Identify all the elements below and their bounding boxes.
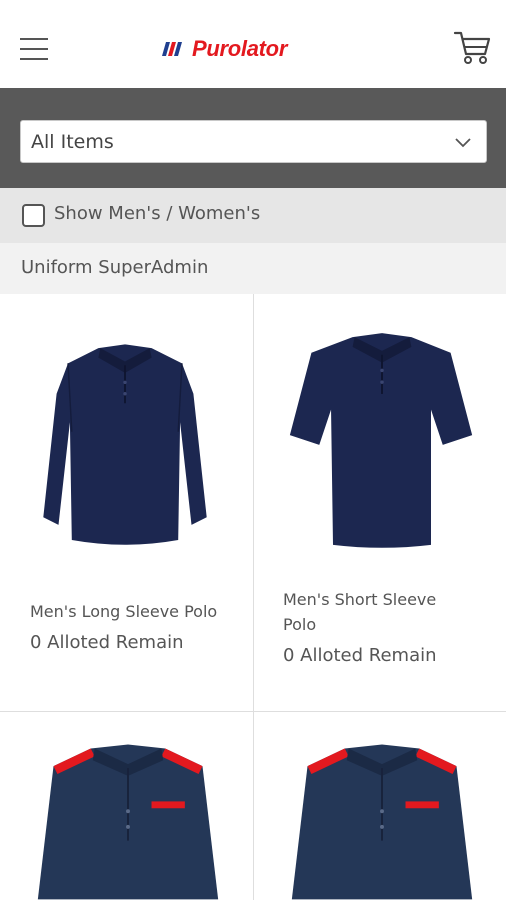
product-card[interactable]: Men's Short Sleeve Polo 0 Alloted Remain <box>254 295 506 711</box>
show-mens-womens-label[interactable]: Show Men's / Women's <box>54 203 260 224</box>
branded-polo-image <box>37 744 219 900</box>
product-card[interactable] <box>0 712 253 900</box>
product-remain: 0 Alloted Remain <box>283 645 437 666</box>
product-card[interactable]: Men's Long Sleeve Polo 0 Alloted Remain <box>0 295 253 711</box>
branded-polo-image <box>291 744 473 900</box>
shopping-cart-icon[interactable] <box>452 27 492 67</box>
product-name: Men's Long Sleeve Polo <box>30 602 218 621</box>
product-name: Men's Short Sleeve Polo <box>283 590 437 634</box>
hamburger-menu-icon[interactable] <box>20 38 48 62</box>
chevron-down-icon <box>455 138 471 148</box>
role-label: Uniform SuperAdmin <box>21 257 209 278</box>
brand-name: Purolator <box>192 36 288 61</box>
short-sleeve-polo-image <box>289 333 473 548</box>
product-card[interactable] <box>254 712 506 900</box>
app-header: Purolator <box>0 0 506 88</box>
show-mens-womens-checkbox[interactable] <box>22 204 45 227</box>
long-sleeve-polo-image <box>43 344 207 545</box>
brand-logo[interactable]: Purolator <box>160 34 287 64</box>
purolator-mark-icon <box>162 42 182 56</box>
category-select[interactable]: All Items <box>20 120 487 163</box>
category-select-value: All Items <box>31 130 114 153</box>
product-remain: 0 Alloted Remain <box>30 632 184 653</box>
